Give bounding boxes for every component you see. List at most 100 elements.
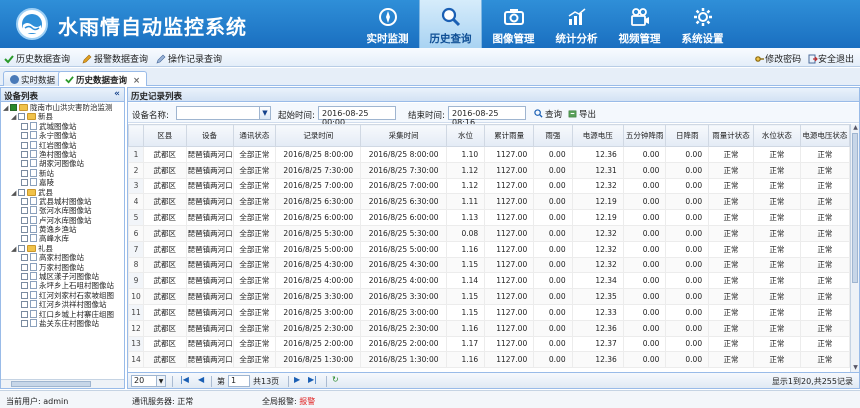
tree-item[interactable]: 万家村图像站 [3, 262, 124, 272]
chevron-down-icon[interactable]: ▼ [156, 375, 166, 387]
tree-item[interactable]: 张河水库图像站 [3, 206, 124, 215]
scroll-down-icon[interactable]: ▼ [851, 364, 859, 372]
nav-video-manage[interactable]: 视频管理 [608, 0, 671, 48]
chevron-down-icon[interactable]: ▼ [259, 106, 271, 120]
column-header[interactable]: 通讯状态 [232, 124, 277, 147]
table-row[interactable]: 6 武都区 琵琶镇两河口 全部正常 2016/8/25 5:30:00 2016/8/25… [128, 225, 851, 242]
column-header[interactable]: 记录时间 [275, 124, 362, 147]
tree-checkbox[interactable] [21, 291, 28, 299]
last-page-button[interactable]: ▶| [308, 375, 317, 384]
tree-item[interactable]: 永坪乡上石咀村图像站 [3, 281, 124, 290]
nav-image-manage[interactable]: 图像管理 [482, 0, 545, 48]
tree-checkbox[interactable] [21, 207, 28, 215]
tree-checkbox[interactable] [21, 150, 28, 158]
tab-history-data-query[interactable]: 历史数据查询 × [58, 71, 148, 86]
column-header[interactable]: 设备 [185, 124, 234, 147]
column-header[interactable] [128, 124, 144, 147]
tree-checkbox[interactable] [21, 197, 28, 205]
table-row[interactable]: 8 武都区 琵琶镇两河口 全部正常 2016/8/25 4:30:00 2016/8/25… [128, 257, 851, 274]
column-header[interactable]: 日降雨 [665, 124, 710, 147]
safe-exit-link[interactable]: 安全退出 [808, 54, 854, 65]
table-row[interactable]: 11 武都区 琵琶镇两河口 全部正常 2016/8/25 3:00:00 2016/8/2… [128, 304, 851, 321]
table-row[interactable]: 1 武都区 琵琶镇两河口 全部正常 2016/8/25 8:00:00 2016/8/25… [128, 146, 851, 163]
tree-item[interactable]: 永宁图像站 [3, 131, 124, 140]
table-row[interactable]: 2 武都区 琵琶镇两河口 全部正常 2016/8/25 7:30:00 2016/8/25… [128, 162, 851, 179]
history-data-query-link[interactable]: 历史数据查询 [4, 52, 70, 65]
column-header[interactable]: 水位 [445, 124, 486, 147]
start-time-input[interactable]: 2016-08-25 00:00 [318, 106, 396, 127]
tree-item[interactable]: 红河乡洪祥村图像站 [3, 300, 124, 309]
tree-item[interactable]: 红河刘家村石家坡组图 [3, 290, 124, 300]
tree-item[interactable]: 盐关东庄村图像站 [3, 318, 124, 328]
device-name-select[interactable] [176, 106, 260, 120]
tree-item[interactable]: 胡家河图像站 [3, 159, 124, 168]
global-alarm-value[interactable]: 报警 [299, 397, 315, 406]
query-button[interactable]: 查询 [534, 108, 562, 120]
tree-item[interactable]: 红口乡城上村寨庄组图 [3, 309, 124, 319]
tab-close-icon[interactable]: × [133, 76, 140, 86]
tree-item[interactable]: 卢河水库图像站 [3, 215, 124, 225]
first-page-button[interactable]: |◀ [180, 375, 189, 384]
table-row[interactable]: 5 武都区 琵琶镇两河口 全部正常 2016/8/25 6:00:00 2016/8/25… [128, 209, 851, 226]
column-header[interactable]: 采集时间 [360, 124, 447, 147]
table-row[interactable]: 10 武都区 琵琶镇两河口 全部正常 2016/8/25 3:30:00 2016/8/2… [128, 288, 851, 305]
change-password-link[interactable]: 修改密码 [755, 55, 801, 65]
column-header[interactable]: 五分钟降雨 [622, 124, 667, 147]
horizontal-scrollbar[interactable] [1, 379, 124, 388]
tree-checkbox[interactable] [21, 301, 28, 309]
table-row[interactable]: 9 武都区 琵琶镇两河口 全部正常 2016/8/25 4:00:00 2016/8/25… [128, 272, 851, 290]
tree-checkbox[interactable] [21, 282, 28, 290]
tree-item[interactable]: 嘉陵 [3, 178, 124, 187]
nav-statistics[interactable]: 统计分析 [545, 0, 608, 48]
tree-checkbox[interactable] [21, 179, 28, 187]
column-header[interactable]: 水位状态 [752, 124, 801, 147]
tab-realtime-data[interactable]: 实时数据 [3, 71, 63, 86]
table-row[interactable]: 4 武都区 琵琶镇两河口 全部正常 2016/8/25 6:30:00 2016/8/25… [128, 193, 851, 211]
scrollbar-thumb[interactable] [852, 133, 858, 283]
tree-checkbox[interactable] [21, 169, 28, 177]
tree-item[interactable]: 武县城村图像站 [3, 196, 124, 206]
refresh-icon[interactable]: ↻ [332, 375, 339, 384]
page-size-select[interactable]: 20 [131, 375, 159, 387]
column-header[interactable]: 累计雨量 [484, 124, 535, 147]
tree-item[interactable]: 渔村图像站 [3, 149, 124, 159]
tree-checkbox[interactable] [21, 141, 28, 149]
tree-checkbox[interactable] [21, 273, 28, 281]
nav-history-query[interactable]: 历史查询 [419, 0, 482, 48]
tree-item[interactable]: ◢ 新县 [3, 112, 124, 121]
tree-checkbox[interactable] [21, 235, 28, 243]
tree-checkbox[interactable] [21, 216, 28, 224]
collapse-icon[interactable]: « [114, 89, 120, 99]
tree-checkbox[interactable] [18, 188, 25, 196]
operation-record-query-link[interactable]: 操作记录查询 [156, 52, 222, 65]
tree-item[interactable]: ◢ 礼县 [3, 244, 124, 253]
page-number-input[interactable]: 1 [228, 375, 250, 387]
column-header[interactable]: 区县 [142, 124, 187, 147]
table-row[interactable]: 14 武都区 琵琶镇两河口 全部正常 2016/8/25 1:30:00 2016/8/2… [128, 351, 851, 369]
tree-checkbox[interactable] [18, 244, 25, 252]
nav-realtime-monitor[interactable]: 实时监测 [356, 0, 419, 48]
tree-item[interactable]: ◢ 武县 [3, 188, 124, 197]
tree-checkbox[interactable] [21, 254, 28, 262]
table-row[interactable]: 3 武都区 琵琶镇两河口 全部正常 2016/8/25 7:00:00 2016/8/25… [128, 178, 851, 195]
tree-checkbox[interactable] [21, 310, 28, 318]
tree-item[interactable]: 红岩图像站 [3, 140, 124, 150]
tree-item[interactable]: 新站 [3, 168, 124, 178]
prev-page-button[interactable]: ◀ [198, 375, 204, 384]
column-header[interactable]: 电源电压状态 [799, 124, 851, 147]
tree-item[interactable]: 城区漾子河图像站 [3, 272, 124, 281]
table-row[interactable]: 7 武都区 琵琶镇两河口 全部正常 2016/8/25 5:00:00 2016/8/25… [128, 241, 851, 258]
tree-checkbox[interactable] [21, 122, 28, 130]
next-page-button[interactable]: ▶ [294, 375, 300, 384]
vertical-scrollbar[interactable]: ▲ ▼ [850, 124, 859, 372]
column-header[interactable]: 雨强 [533, 124, 573, 147]
table-row[interactable]: 13 武都区 琵琶镇两河口 全部正常 2016/8/25 2:00:00 2016/8/2… [128, 336, 851, 353]
scrollbar-thumb[interactable] [11, 381, 91, 387]
tree-checkbox[interactable] [21, 263, 28, 271]
tree-item[interactable]: 高家村图像站 [3, 253, 124, 262]
tree-item[interactable]: ◢ 陇南市山洪灾害防治监测 [3, 103, 124, 112]
tree-checkbox[interactable] [21, 160, 28, 168]
column-header[interactable]: 电源电压 [571, 124, 624, 147]
alarm-data-query-link[interactable]: 报警数据查询 [82, 52, 148, 65]
end-time-input[interactable]: 2016-08-25 08:16 [448, 106, 526, 127]
